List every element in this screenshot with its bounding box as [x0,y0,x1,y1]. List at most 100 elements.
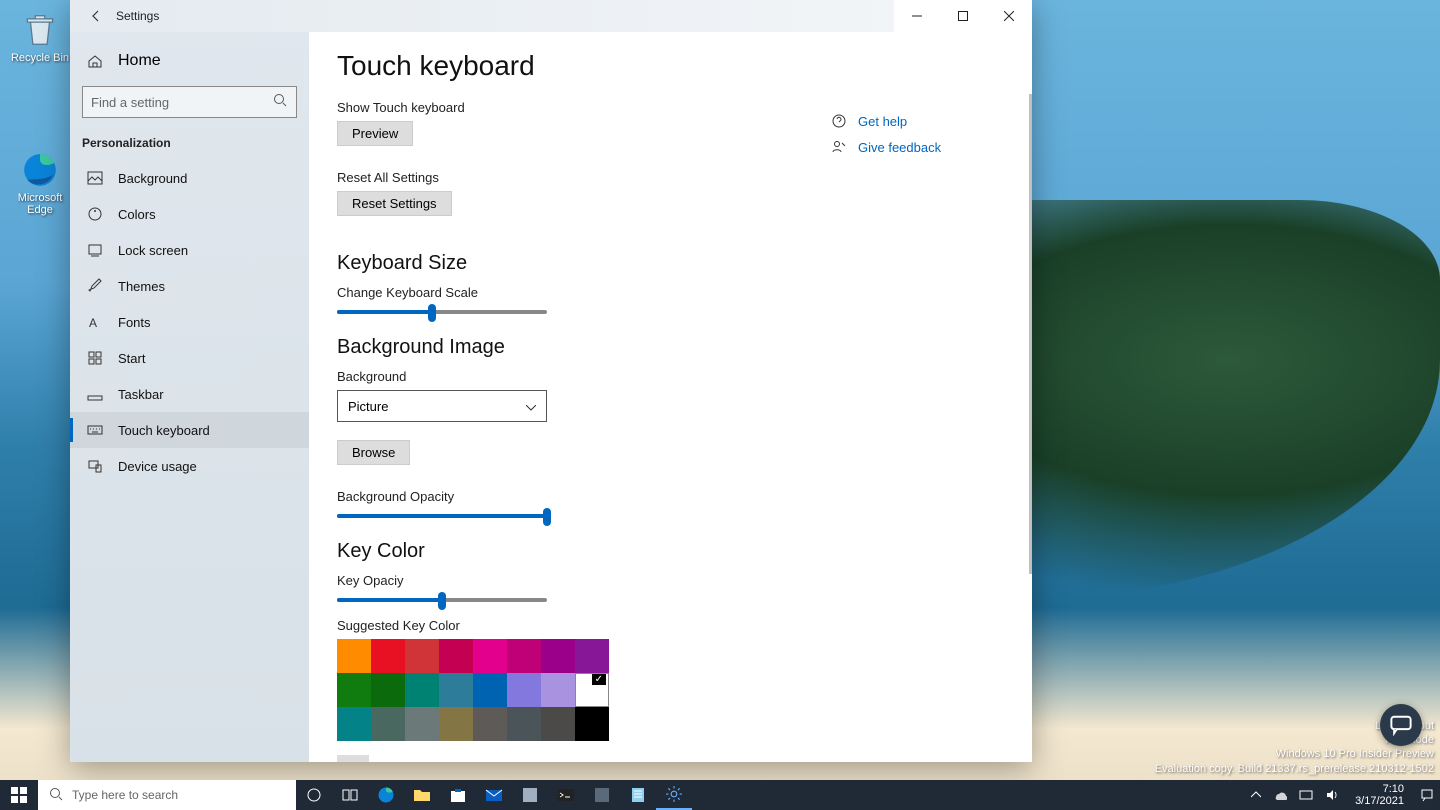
taskbar: Type here to search 7:10 3/17/2021 [0,780,1440,810]
home-icon [86,52,104,70]
sidebar-category: Personalization [70,130,309,160]
color-swatch[interactable] [507,639,541,673]
browse-button[interactable]: Browse [337,440,410,465]
color-swatch[interactable] [439,639,473,673]
taskbar-app-mail[interactable] [476,780,512,810]
maximize-button[interactable] [940,0,986,32]
color-swatch[interactable] [371,707,405,741]
close-button[interactable] [986,0,1032,32]
sidebar-item-device-usage[interactable]: Device usage [70,448,309,484]
sidebar-item-colors[interactable]: Colors [70,196,309,232]
sidebar: Home Personalization Background Colors L… [70,32,309,762]
tray-onedrive-icon[interactable] [1267,780,1293,810]
taskbar-app-edge[interactable] [368,780,404,810]
color-swatch[interactable] [405,639,439,673]
home-link[interactable]: Home [70,42,309,80]
key-opacity-label: Key Opaciy [337,573,1004,588]
color-swatch[interactable] [541,707,575,741]
desktop-icon-edge[interactable]: Microsoft Edge [10,150,70,216]
search-icon [272,92,288,113]
tray-chevron-up-icon[interactable] [1245,780,1267,810]
key-color-heading: Key Color [337,540,1004,563]
color-swatch[interactable] [371,639,405,673]
help-panel: Get help Give feedback [830,112,1010,164]
color-swatch[interactable] [541,639,575,673]
color-swatch[interactable] [507,673,541,707]
taskbar-app-settings[interactable] [656,780,692,810]
bg-opacity-slider[interactable] [337,514,547,518]
key-opacity-slider[interactable] [337,598,547,602]
color-swatch[interactable] [439,673,473,707]
recycle-bin-icon [20,10,60,50]
taskbar-app-explorer[interactable] [404,780,440,810]
titlebar: Settings [70,0,1032,32]
color-swatch[interactable] [575,707,609,741]
search-icon [48,786,64,805]
desktop-icon-recycle-bin[interactable]: Recycle Bin [10,10,70,64]
bg-opacity-label: Background Opacity [337,489,1004,504]
back-button[interactable] [84,4,108,28]
page-title: Touch keyboard [337,50,1004,82]
color-grid [337,639,612,741]
scale-slider[interactable] [337,310,547,314]
sidebar-item-background[interactable]: Background [70,160,309,196]
color-swatch[interactable] [507,707,541,741]
sidebar-item-touch-keyboard[interactable]: Touch keyboard [70,412,309,448]
taskbar-app-generic2[interactable] [584,780,620,810]
desktop-icon-label: Microsoft Edge [10,192,70,216]
chat-overlay-icon[interactable] [1380,704,1422,746]
color-swatch[interactable] [575,673,609,707]
lock-screen-icon [86,241,104,259]
preview-button[interactable]: Preview [337,121,413,146]
settings-window: Settings Home Personalization Background [70,0,1032,762]
bg-image-heading: Background Image [337,336,1004,359]
taskbar-app-terminal[interactable] [548,780,584,810]
keyboard-size-heading: Keyboard Size [337,252,1004,275]
picture-icon [86,169,104,187]
get-help-link[interactable]: Get help [830,112,1010,130]
chevron-down-icon [526,399,536,414]
sidebar-item-start[interactable]: Start [70,340,309,376]
scrollbar[interactable] [1029,94,1032,574]
sidebar-item-taskbar[interactable]: Taskbar [70,376,309,412]
custom-color-button[interactable]: + [337,755,369,762]
color-swatch[interactable] [337,707,371,741]
taskbar-search[interactable]: Type here to search [38,780,296,810]
color-swatch[interactable] [337,673,371,707]
taskbar-app-notepad[interactable] [620,780,656,810]
tray-input-icon[interactable] [1293,780,1319,810]
color-swatch[interactable] [439,707,473,741]
minimize-button[interactable] [894,0,940,32]
bg-dropdown[interactable]: Picture [337,390,547,422]
color-swatch[interactable] [473,707,507,741]
bg-label: Background [337,369,1004,384]
give-feedback-link[interactable]: Give feedback [830,138,1010,156]
color-swatch[interactable] [337,639,371,673]
color-swatch[interactable] [473,639,507,673]
color-swatch[interactable] [575,639,609,673]
reset-button[interactable]: Reset Settings [337,191,452,216]
taskbar-app-generic1[interactable] [512,780,548,810]
color-swatch[interactable] [371,673,405,707]
task-view-icon[interactable] [332,780,368,810]
home-label: Home [118,52,161,70]
start-icon [86,349,104,367]
taskbar-app-store[interactable] [440,780,476,810]
sidebar-item-fonts[interactable]: A Fonts [70,304,309,340]
taskbar-clock[interactable]: 7:10 3/17/2021 [1345,783,1414,807]
color-swatch[interactable] [405,707,439,741]
start-button[interactable] [0,780,38,810]
search-input[interactable] [82,86,297,118]
tray-volume-icon[interactable] [1319,780,1345,810]
brush-icon [86,277,104,295]
color-swatch[interactable] [405,673,439,707]
color-swatch[interactable] [473,673,507,707]
edge-icon [20,150,60,190]
color-swatch[interactable] [541,673,575,707]
sidebar-item-lock-screen[interactable]: Lock screen [70,232,309,268]
sidebar-item-themes[interactable]: Themes [70,268,309,304]
suggested-color-label: Suggested Key Color [337,618,1004,633]
tray-notifications-icon[interactable] [1414,780,1440,810]
keyboard-icon [86,421,104,439]
cortana-icon[interactable] [296,780,332,810]
